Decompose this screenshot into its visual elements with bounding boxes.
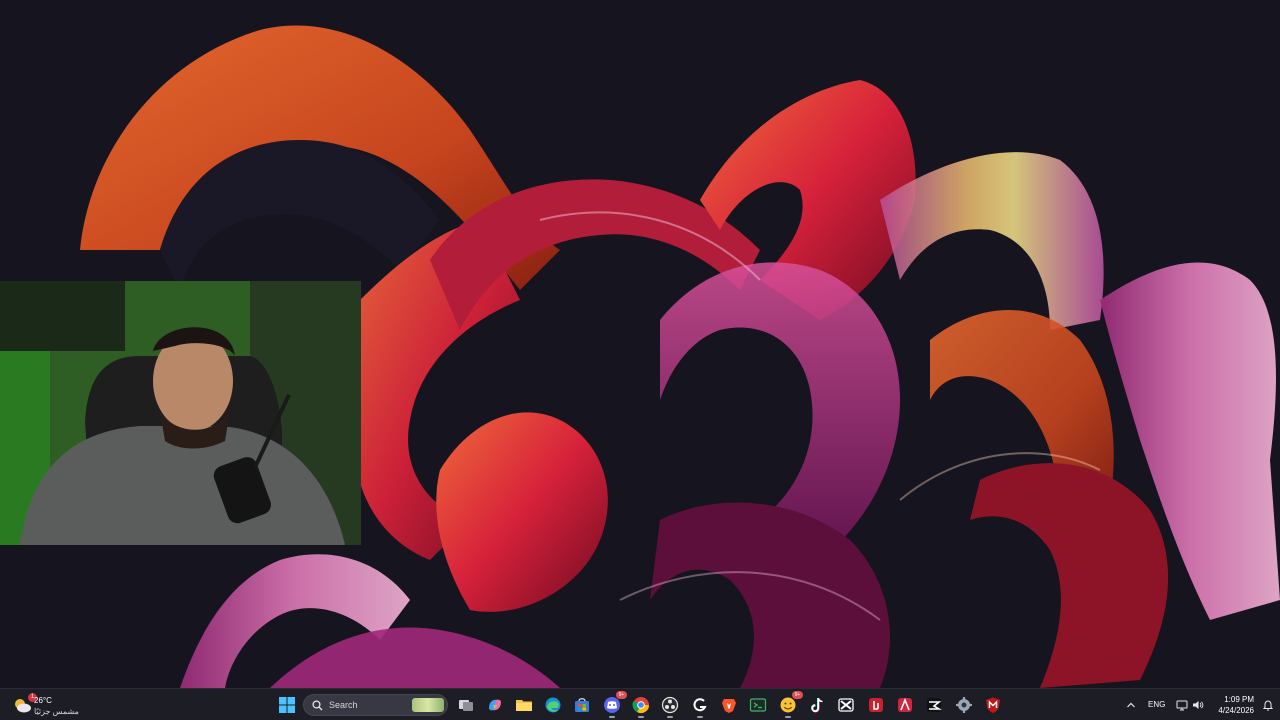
taskbar: 1 26°C مشمس جزئيًا Search 9+ 9+ ENG 1:09…	[0, 688, 1280, 720]
windows-logo-icon	[279, 697, 295, 713]
logitech-g-icon	[693, 698, 707, 712]
capcut-black-icon	[927, 698, 942, 712]
affinity-button[interactable]	[893, 693, 917, 717]
mcafee-button[interactable]	[981, 693, 1005, 717]
tiktok-icon	[811, 698, 823, 713]
obs-button[interactable]	[658, 693, 682, 718]
capcut-black-button[interactable]	[922, 693, 946, 717]
discord-button[interactable]: 9+	[600, 691, 627, 718]
search-box[interactable]: Search	[303, 694, 448, 716]
webcam-overlay	[0, 281, 361, 545]
copilot-button[interactable]	[483, 693, 507, 717]
terminal-icon	[749, 698, 767, 712]
running-indicator	[697, 716, 703, 718]
start-button[interactable]	[275, 693, 299, 717]
affinity-icon	[898, 697, 912, 712]
discord-badge: 9+	[616, 691, 627, 699]
store-button[interactable]	[570, 693, 594, 717]
notification-bell-icon[interactable]	[1262, 699, 1274, 711]
weather-condition: مشمس جزئيًا	[34, 707, 79, 716]
settings-button[interactable]	[952, 693, 976, 717]
tiktok-button[interactable]	[805, 693, 829, 717]
terminal-button[interactable]	[746, 693, 770, 717]
folder-icon	[516, 700, 532, 711]
brave-button[interactable]	[717, 693, 741, 717]
weather-widget[interactable]: 1 26°C مشمس جزئيًا	[10, 691, 100, 719]
edge-icon	[545, 697, 561, 713]
running-indicator	[609, 716, 615, 718]
emoji-app-badge: 9+	[792, 691, 803, 699]
search-highlight-image	[412, 698, 444, 712]
running-indicator	[667, 716, 673, 718]
file-explorer-button[interactable]	[512, 693, 536, 717]
brave-icon	[722, 699, 736, 713]
edge-button[interactable]	[541, 693, 565, 717]
running-indicator	[785, 716, 791, 718]
emoji-app-button[interactable]: 9+	[776, 691, 803, 718]
running-indicator	[638, 716, 644, 718]
task-view-icon	[459, 700, 473, 711]
clock-time: 1:09 PM	[1224, 695, 1254, 704]
mcafee-icon	[986, 697, 1000, 713]
capcut-icon	[838, 698, 854, 712]
task-view-button[interactable]	[454, 693, 478, 717]
chrome-icon	[632, 697, 650, 714]
capcut-button[interactable]	[834, 693, 858, 717]
copilot-icon	[489, 699, 501, 711]
red-app-icon	[869, 698, 883, 712]
obs-icon	[661, 696, 679, 714]
network-icon[interactable]	[1176, 699, 1188, 711]
gear-icon	[956, 697, 972, 713]
search-label: Search	[329, 700, 358, 710]
weather-temperature: 26°C	[34, 696, 52, 705]
ghub-button[interactable]	[688, 693, 712, 718]
clock[interactable]: 1:09 PM 4/24/2026	[1212, 694, 1254, 716]
search-icon	[312, 700, 323, 711]
chevron-up-icon[interactable]	[1125, 699, 1137, 711]
clock-date: 4/24/2026	[1218, 706, 1254, 715]
store-icon	[575, 698, 589, 712]
language-indicator[interactable]: ENG	[1148, 700, 1165, 709]
chrome-button[interactable]	[629, 693, 653, 718]
red-app-button[interactable]	[864, 693, 888, 717]
volume-icon[interactable]	[1192, 699, 1204, 711]
